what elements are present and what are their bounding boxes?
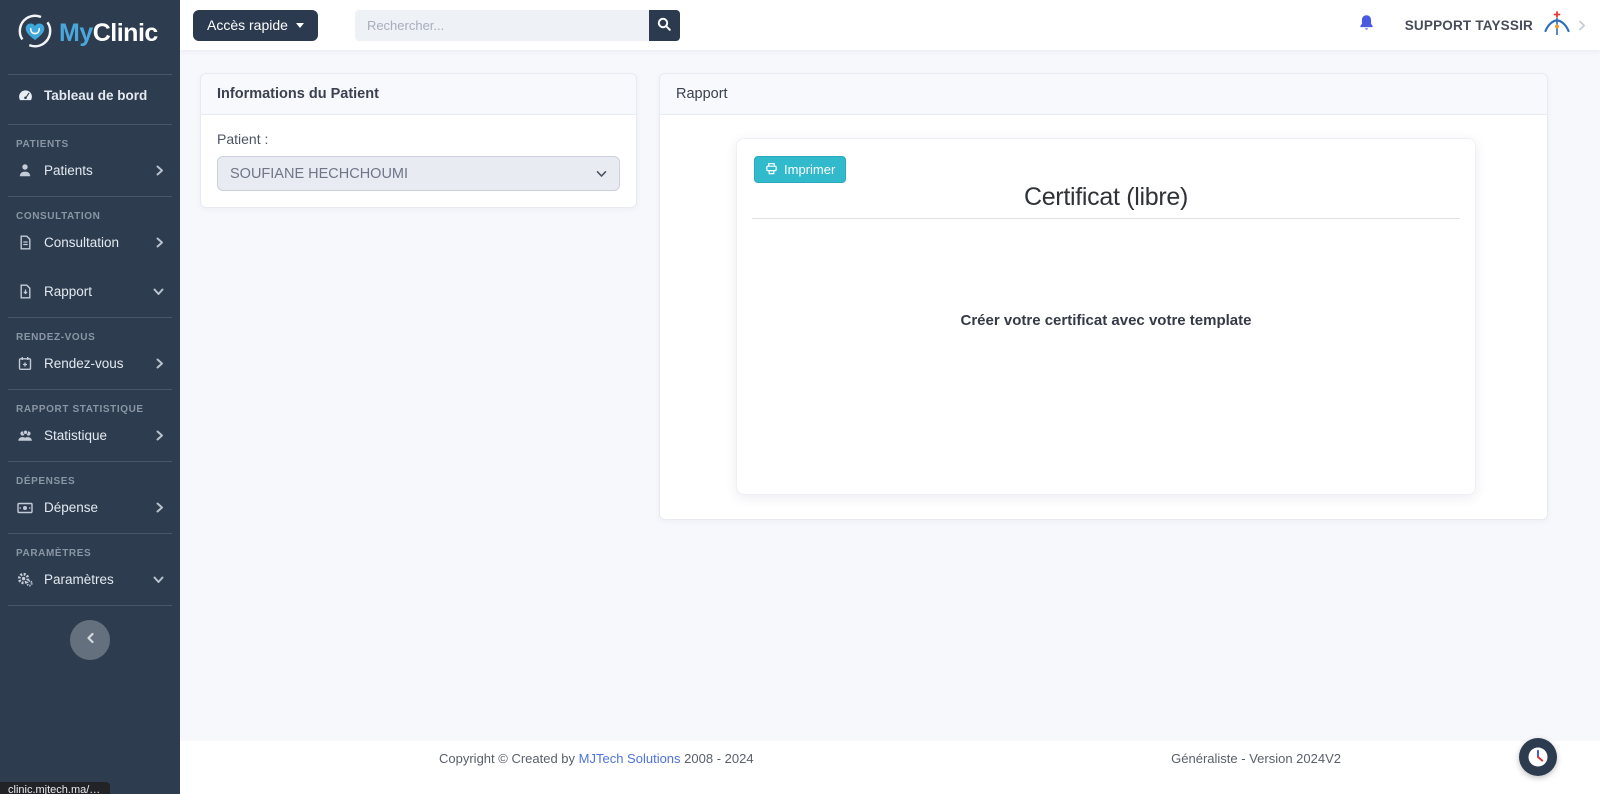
calendar-plus-icon (16, 356, 34, 371)
report-card: Rapport Imprimer Certificat (libre) Crée… (659, 73, 1548, 520)
sidebar-section-patients: PATIENTS (0, 125, 180, 153)
file-icon (16, 235, 34, 250)
sidebar-item-rapport[interactable]: Rapport (0, 274, 180, 309)
bell-icon (1358, 14, 1375, 37)
chevron-left-icon (86, 631, 95, 649)
report-card-title: Rapport (660, 74, 1547, 115)
copyright-text: Copyright © Created by MJTech Solutions … (439, 751, 754, 766)
tachometer-icon (16, 88, 34, 103)
certificate-title: Certificat (libre) (737, 183, 1475, 212)
brand-logo[interactable]: MyClinic (0, 0, 180, 66)
patient-label: Patient : (217, 131, 620, 147)
sidebar-item-depense[interactable]: Dépense (0, 490, 180, 525)
user-menu[interactable]: SUPPORT TAYSSIR (1405, 11, 1586, 39)
sidebar-item-label: Statistique (44, 428, 107, 443)
topbar-right: SUPPORT TAYSSIR (1354, 10, 1600, 41)
sidebar-divider (8, 605, 172, 606)
history-clock-button[interactable] (1519, 738, 1557, 776)
version-text: Généraliste - Version 2024V2 (1171, 751, 1341, 766)
search-button[interactable] (649, 10, 680, 41)
brand-name: MyClinic (59, 19, 158, 48)
heart-logo-icon (16, 12, 54, 55)
quick-access-button[interactable]: Accès rapide (193, 10, 318, 41)
footer: Copyright © Created by MJTech Solutions … (180, 741, 1600, 794)
users-icon (16, 429, 34, 443)
sidebar-section-depenses: DÉPENSES (0, 462, 180, 490)
sidebar: MyClinic Tableau de bord PATIENTS Patien… (0, 0, 180, 794)
copyright-suffix: 2008 - 2024 (684, 751, 753, 766)
sidebar-item-label: Patients (44, 163, 93, 178)
chevron-right-icon (155, 502, 164, 513)
quick-access-label: Accès rapide (207, 17, 288, 33)
search-input[interactable] (355, 10, 649, 41)
print-button[interactable]: Imprimer (754, 156, 846, 183)
sidebar-item-label: Rendez-vous (44, 356, 124, 371)
chevron-down-icon (153, 575, 164, 584)
chevron-right-icon (155, 237, 164, 248)
topbar: Accès rapide SUPPORT TAYSSIR (180, 0, 1600, 50)
sidebar-item-label: Consultation (44, 235, 119, 250)
sidebar-item-patients[interactable]: Patients (0, 153, 180, 188)
sidebar-section-parametres: PARAMÈTRES (0, 534, 180, 562)
chevron-right-icon (155, 430, 164, 441)
chevron-down-icon (153, 287, 164, 296)
doctor-avatar-icon (1542, 11, 1572, 39)
sidebar-item-consultation[interactable]: Consultation (0, 225, 180, 260)
file-pdf-icon (16, 284, 34, 299)
patient-select-value: SOUFIANE HECHCHOUMI (230, 166, 408, 182)
printer-icon (765, 162, 778, 178)
sidebar-collapse-button[interactable] (70, 620, 110, 660)
print-button-label: Imprimer (784, 162, 835, 177)
user-icon (16, 163, 34, 178)
sidebar-item-dashboard[interactable]: Tableau de bord (0, 75, 180, 116)
main-content: Informations du Patient Patient : SOUFIA… (180, 50, 1600, 741)
sidebar-item-statistique[interactable]: Statistique (0, 418, 180, 453)
certificate-template-card: Imprimer Certificat (libre) Créer votre … (736, 138, 1476, 495)
divider (752, 218, 1460, 219)
status-bar-tooltip: clinic.mjtech.ma/… (0, 782, 110, 794)
clock-icon (1519, 763, 1557, 780)
chevron-right-icon (155, 165, 164, 176)
certificate-message: Créer votre certificat avec votre templa… (737, 312, 1475, 329)
patient-info-card: Informations du Patient Patient : SOUFIA… (200, 73, 637, 208)
search-bar (355, 10, 680, 41)
copyright-prefix: Copyright © Created by (439, 751, 575, 766)
sidebar-item-parametres[interactable]: Paramètres (0, 562, 180, 597)
sidebar-section-rapport-statistique: RAPPORT STATISTIQUE (0, 390, 180, 418)
sidebar-section-consultation: CONSULTATION (0, 197, 180, 225)
sidebar-item-label: Rapport (44, 284, 92, 299)
sidebar-item-label: Dépense (44, 500, 98, 515)
mjtech-link[interactable]: MJTech Solutions (579, 751, 681, 766)
patient-card-title: Informations du Patient (201, 74, 636, 115)
caret-down-icon (296, 23, 304, 28)
notifications-button[interactable] (1354, 10, 1379, 41)
patient-select[interactable]: SOUFIANE HECHCHOUMI (217, 156, 620, 191)
user-name: SUPPORT TAYSSIR (1405, 18, 1533, 33)
chevron-right-icon (155, 358, 164, 369)
cogs-icon (16, 572, 34, 587)
sidebar-item-label: Tableau de bord (44, 88, 147, 103)
search-icon (657, 17, 671, 34)
chevron-down-icon (596, 166, 607, 182)
chevron-right-icon (1578, 20, 1586, 31)
sidebar-item-label: Paramètres (44, 572, 114, 587)
money-bill-icon (16, 502, 34, 514)
sidebar-section-rendez-vous: RENDEZ-VOUS (0, 318, 180, 346)
sidebar-item-rendez-vous[interactable]: Rendez-vous (0, 346, 180, 381)
